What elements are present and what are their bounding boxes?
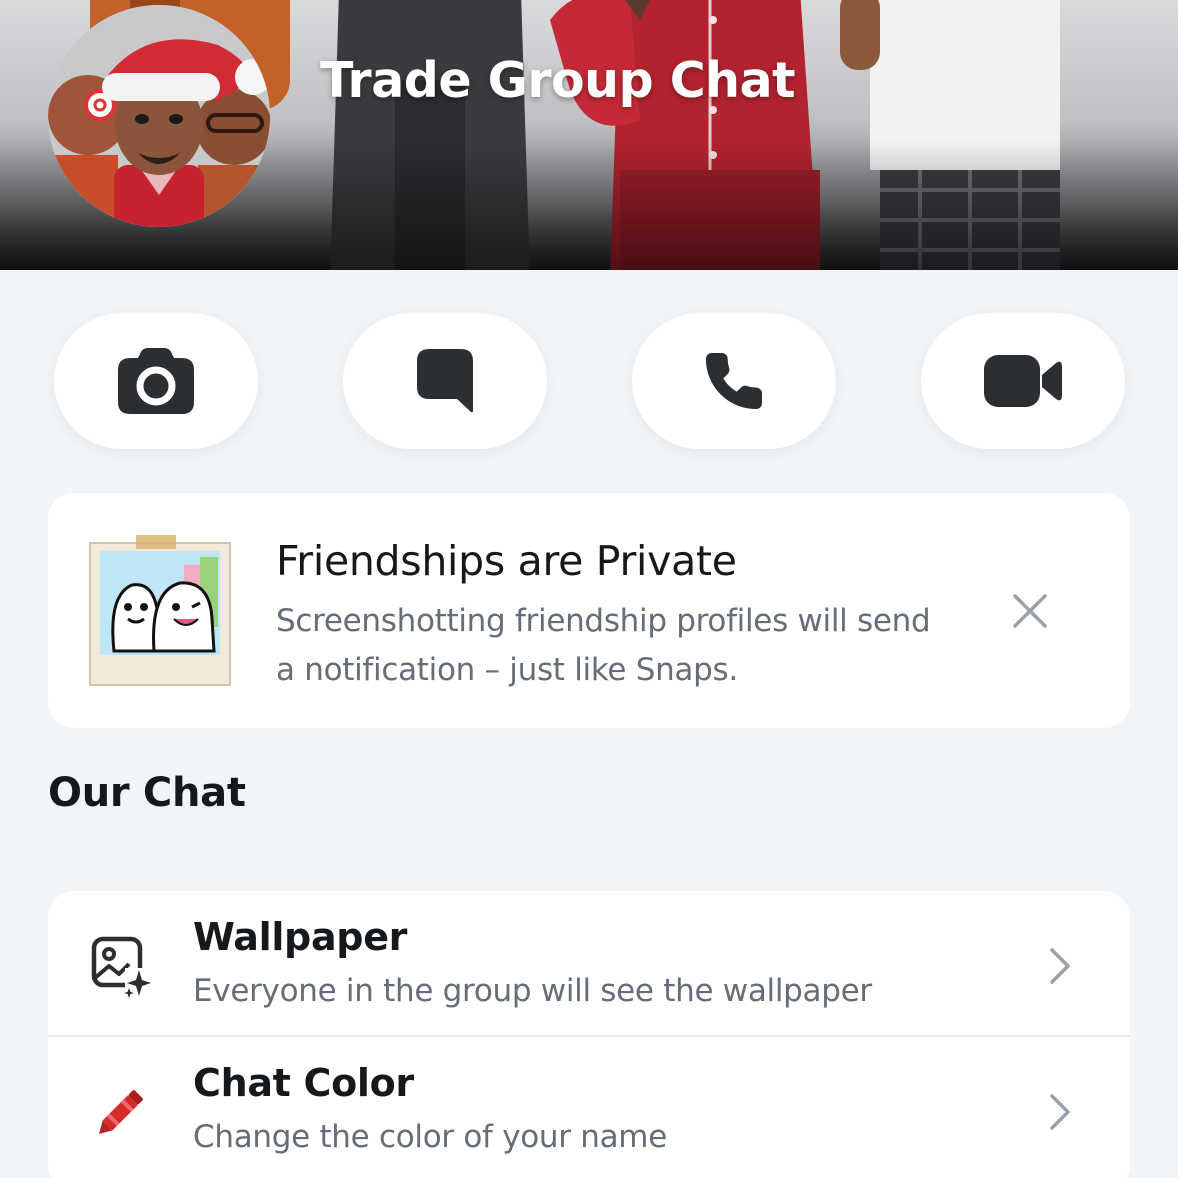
chat-color-row[interactable]: Chat Color Change the color of your name xyxy=(48,1037,1130,1178)
wallpaper-subtitle: Everyone in the group will see the wallp… xyxy=(193,973,872,1009)
phone-icon xyxy=(701,348,767,414)
friendships-private-card: Friendships are Private Screenshotting f… xyxy=(48,493,1130,728)
group-chat-title: Trade Group Chat xyxy=(320,52,796,109)
crayon-icon xyxy=(88,1079,154,1145)
privacy-card-title: Friendships are Private xyxy=(276,537,737,585)
wallpaper-row[interactable]: Wallpaper Everyone in the group will see… xyxy=(48,891,1130,1037)
chevron-right-icon xyxy=(1048,1093,1072,1131)
video-camera-icon xyxy=(984,355,1062,407)
quick-actions-row xyxy=(0,313,1178,451)
chat-button[interactable] xyxy=(343,313,547,449)
privacy-card-body: Screenshotting friendship profiles will … xyxy=(276,603,931,688)
wallpaper-icon xyxy=(88,933,154,999)
group-avatar[interactable] xyxy=(48,5,270,227)
chat-settings-list: Wallpaper Everyone in the group will see… xyxy=(48,891,1130,1178)
camera-icon xyxy=(118,348,194,414)
chat-color-title: Chat Color xyxy=(193,1061,414,1105)
our-chat-heading: Our Chat xyxy=(48,770,246,816)
chat-bubble-icon xyxy=(417,349,473,413)
group-bitmoji-avatar-icon xyxy=(48,5,270,227)
chevron-right-icon xyxy=(1048,947,1072,985)
ghost-polaroid-illustration xyxy=(88,535,234,691)
close-icon[interactable] xyxy=(1012,593,1048,629)
wallpaper-title: Wallpaper xyxy=(193,915,408,959)
chat-color-subtitle: Change the color of your name xyxy=(193,1119,667,1155)
video-call-button[interactable] xyxy=(921,313,1125,449)
camera-button[interactable] xyxy=(54,313,258,449)
voice-call-button[interactable] xyxy=(632,313,836,449)
group-header-banner: Trade Group Chat xyxy=(0,0,1178,270)
